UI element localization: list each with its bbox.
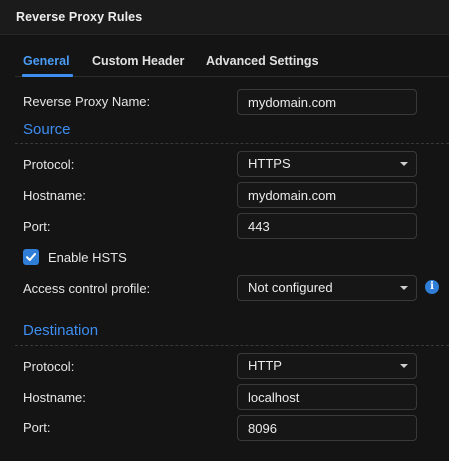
reverse-proxy-name-field[interactable] — [237, 89, 417, 115]
destination-hostname-field[interactable] — [237, 384, 417, 410]
chevron-down-icon — [400, 364, 408, 368]
chevron-down-icon — [400, 286, 408, 290]
source-protocol-value: HTTPS — [248, 156, 291, 171]
destination-divider — [15, 345, 449, 346]
access-control-profile-label: Access control profile: — [23, 281, 151, 296]
destination-protocol-label: Protocol: — [23, 359, 75, 374]
destination-section-heading: Destination — [23, 322, 99, 339]
source-divider — [15, 143, 449, 144]
source-port-field[interactable] — [237, 213, 417, 239]
checkmark-icon — [26, 253, 36, 261]
source-protocol-select[interactable]: HTTPS — [237, 151, 417, 177]
active-tab-indicator — [22, 74, 73, 77]
destination-protocol-value: HTTP — [248, 358, 282, 373]
destination-port-input[interactable] — [248, 416, 416, 440]
destination-port-field[interactable] — [237, 415, 417, 441]
source-section-heading: Source — [23, 121, 71, 138]
destination-hostname-input[interactable] — [248, 385, 416, 409]
reverse-proxy-name-label: Reverse Proxy Name: — [23, 94, 151, 109]
source-protocol-label: Protocol: — [23, 157, 75, 172]
chevron-down-icon — [400, 162, 408, 166]
source-hostname-field[interactable] — [237, 182, 417, 208]
source-hostname-input[interactable] — [248, 183, 416, 207]
tab-custom-header[interactable]: Custom Header — [92, 54, 184, 68]
tab-general[interactable]: General — [23, 54, 70, 68]
destination-protocol-select[interactable]: HTTP — [237, 353, 417, 379]
enable-hsts-label[interactable]: Enable HSTS — [48, 250, 127, 265]
destination-port-label: Port: — [23, 420, 51, 435]
dialog-titlebar: Reverse Proxy Rules — [0, 0, 449, 35]
access-control-profile-select[interactable]: Not configured — [237, 275, 417, 301]
reverse-proxy-name-input[interactable] — [248, 90, 416, 114]
access-control-profile-value: Not configured — [248, 280, 333, 295]
info-icon[interactable]: i — [425, 280, 439, 294]
tab-bar: General Custom Header Advanced Settings — [15, 36, 449, 77]
source-port-label: Port: — [23, 219, 51, 234]
source-port-input[interactable] — [248, 214, 416, 238]
tab-advanced-settings[interactable]: Advanced Settings — [206, 54, 319, 68]
destination-hostname-label: Hostname: — [23, 390, 86, 405]
dialog-title: Reverse Proxy Rules — [16, 10, 143, 24]
enable-hsts-checkbox[interactable] — [23, 249, 39, 265]
source-hostname-label: Hostname: — [23, 188, 86, 203]
